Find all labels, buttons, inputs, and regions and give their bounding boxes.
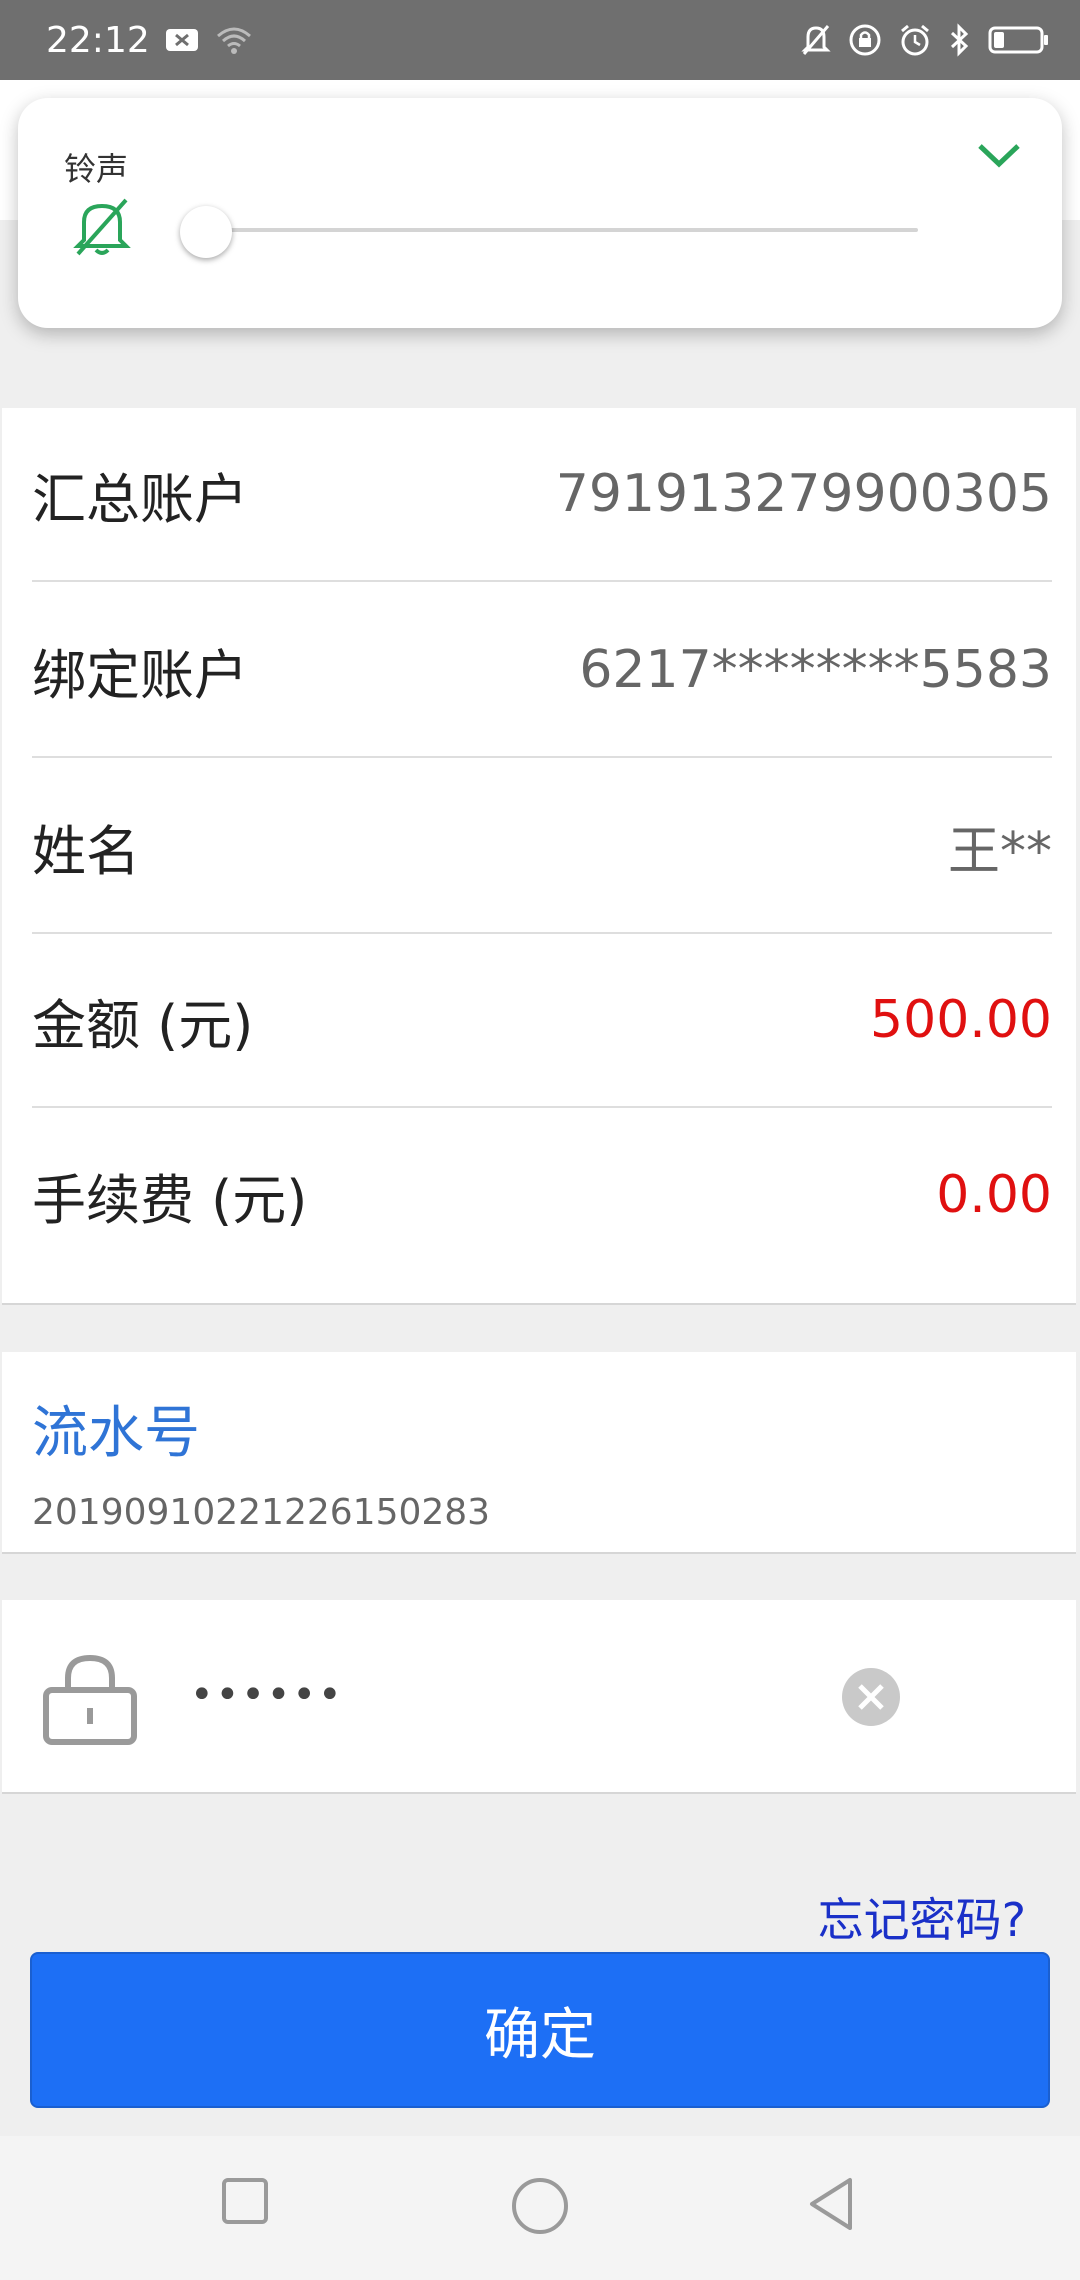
serial-number-card: 流水号 20190910221226150283: [2, 1352, 1076, 1554]
forgot-password-link[interactable]: 忘记密码?: [818, 1884, 1026, 1950]
back-icon[interactable]: [806, 2176, 856, 2236]
notification-x-icon: [164, 26, 200, 54]
volume-slider-thumb[interactable]: [180, 206, 232, 258]
home-icon[interactable]: [510, 2176, 570, 2240]
summary-account-row: 汇总账户 791913279900305: [32, 408, 1052, 582]
password-input[interactable]: [190, 1660, 790, 1730]
clear-input-icon[interactable]: [840, 1666, 902, 1732]
battery-icon: [988, 24, 1050, 56]
summary-account-value: 791913279900305: [555, 464, 1052, 524]
name-row: 姓名 王**: [32, 760, 1052, 934]
summary-account-label: 汇总账户: [32, 467, 248, 531]
amount-row: 金额 (元) 500.00: [32, 934, 1052, 1108]
fee-label: 手续费 (元): [32, 1168, 308, 1232]
bell-off-icon: [800, 23, 832, 57]
amount-value: 500.00: [870, 990, 1052, 1050]
recent-apps-icon[interactable]: [220, 2176, 270, 2230]
fee-value: 0.00: [936, 1165, 1052, 1225]
name-value: 王**: [947, 821, 1052, 882]
status-time: 22:12: [46, 19, 150, 61]
transfer-details-card: 汇总账户 791913279900305 绑定账户 6217********55…: [2, 408, 1076, 1305]
ringtone-volume-panel: 铃声: [18, 98, 1062, 328]
lock-icon: [40, 1650, 140, 1754]
confirm-button[interactable]: 确定: [30, 1952, 1050, 2108]
bell-muted-icon[interactable]: [70, 194, 134, 262]
bound-account-value: 6217********5583: [579, 640, 1052, 700]
wifi-icon: [214, 24, 254, 56]
bound-account-label: 绑定账户: [32, 643, 248, 707]
volume-slider-track[interactable]: [188, 228, 918, 232]
password-card: [2, 1600, 1076, 1794]
chevron-down-icon[interactable]: [976, 140, 1022, 174]
fee-row: 手续费 (元) 0.00: [32, 1108, 1052, 1282]
bound-account-row: 绑定账户 6217********5583: [32, 584, 1052, 758]
name-label: 姓名: [32, 819, 140, 883]
amount-label: 金额 (元): [32, 993, 254, 1057]
bluetooth-icon: [948, 23, 972, 57]
serial-number-value: 20190910221226150283: [32, 1492, 491, 1533]
navigation-bar: [0, 2136, 1080, 2280]
volume-label: 铃声: [64, 150, 129, 188]
alarm-icon: [898, 23, 932, 57]
status-bar: 22:12: [0, 0, 1080, 80]
lock-rotation-icon: [848, 23, 882, 57]
serial-number-title: 流水号: [32, 1401, 200, 1466]
